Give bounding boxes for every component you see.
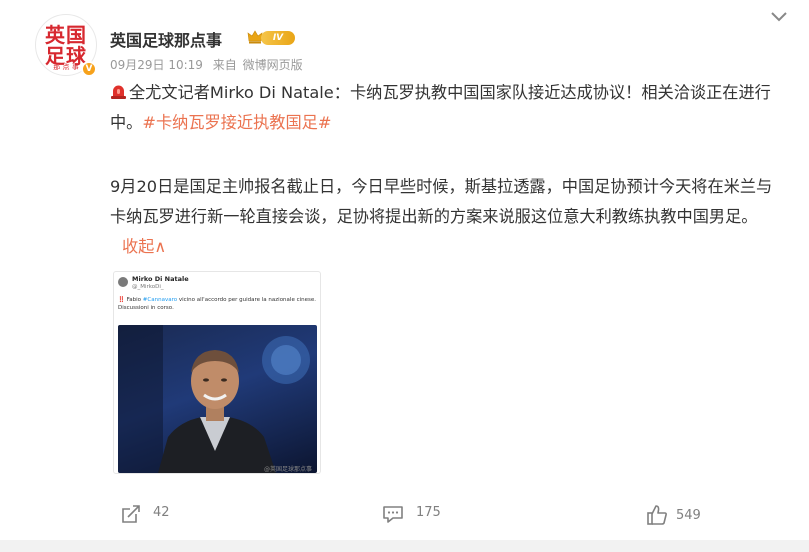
post-text-paragraph-2: 9月20日是国足主帅报名截止日，今日早些时候，斯基拉透露，中国足协预计今天将在米… [110,172,780,262]
level-badge[interactable]: IV [247,29,295,46]
comment-icon [383,506,403,523]
tweet-text-c: Discussioni in corso. [118,305,174,311]
collapse-link[interactable]: 收起∧ [122,237,166,256]
verified-badge-icon: V [81,61,97,77]
siren-icon [111,85,126,99]
coach-photo [118,325,317,473]
thumbs-up-icon [647,505,667,525]
tweet-avatar [118,277,128,287]
tweet-hashtag: #Cannavaro [142,297,178,303]
image-watermark: @英国足球那点事 [263,466,312,473]
tweet-text-b: vicino all'accordo per guidare la nazion… [177,297,316,303]
chevron-down-icon[interactable] [770,10,788,24]
tweet-text-a: Fabio [126,297,143,303]
post-image[interactable]: Mirko Di Natale @_MirkoDi_ ‼️ Fabio #Can… [113,271,321,474]
share-count: 42 [153,505,170,520]
share-icon [122,505,140,523]
level-badge-label: IV [261,31,295,45]
post-text-paragraph-1: 全尤文记者Mirko Di Natale：卡纳瓦罗执教中国国家队接近达成协议！相… [110,78,780,138]
author-name[interactable]: 英国足球那点事 [110,27,222,51]
tweet-text: ‼️ Fabio #Cannavaro vicino all'accordo p… [118,296,318,312]
post-meta: 09月29日 10:19 来自 微博网页版 [110,56,309,73]
post-time[interactable]: 09月29日 10:19 [110,58,203,72]
tweet-alert: ‼️ [118,297,125,303]
comment-count: 175 [416,505,441,520]
source-prefix: 来自 [212,58,237,72]
weibo-post-card: 英国 足球 那 点 事 V 英国足球那点事 IV 09月29日 10:19 来自… [0,0,809,540]
coach-photo-illustration [118,325,310,473]
post-text-body: 9月20日是国足主帅报名截止日，今日早些时候，斯基拉透露，中国足协预计今天将在米… [110,177,773,226]
topic-link[interactable]: #卡纳瓦罗接近执教国足# [142,113,331,132]
tweet-author-name: Mirko Di Natale [132,275,189,283]
post-source[interactable]: 微博网页版 [243,58,303,72]
tweet-author-handle: @_MirkoDi_ [132,284,164,290]
like-count: 549 [676,508,701,523]
